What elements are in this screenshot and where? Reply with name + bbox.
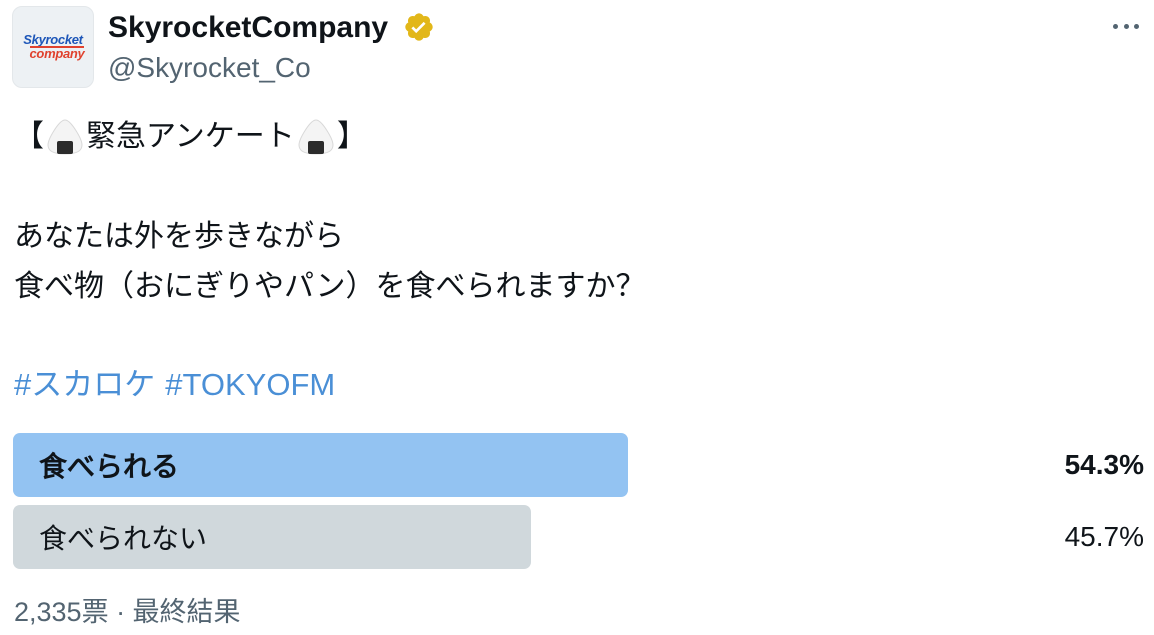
poll-footer: 2,335票 · 最終結果	[14, 597, 241, 627]
close-bracket: 】	[336, 119, 367, 154]
open-bracket: 【	[14, 119, 44, 154]
poll-option-percent: 45.7%	[1064, 521, 1144, 552]
poll-option-percent: 54.3%	[1064, 449, 1144, 480]
onigiri-icon	[47, 119, 83, 155]
author-handle[interactable]: @Skyrocket_Co	[108, 51, 311, 85]
tweet-line: 食べ物（おにぎりやパン）を食べられますか？	[14, 269, 646, 304]
poll-option: 食べられない 45.7%	[13, 505, 1144, 569]
avatar[interactable]: Skyrocket company	[12, 6, 94, 88]
poll-option: 食べられる 54.3%	[13, 433, 1144, 497]
hashtag-link[interactable]: #TOKYOFM	[165, 367, 335, 402]
avatar-logo-text: Skyrocket	[23, 32, 83, 47]
more-options-button[interactable]	[1108, 12, 1144, 40]
author-display-name[interactable]: SkyrocketCompany	[108, 11, 388, 45]
tweet-title: 緊急アンケート	[86, 119, 295, 154]
hashtags: #スカロケ #TOKYOFM	[14, 362, 345, 408]
onigiri-icon	[298, 119, 334, 155]
tweet-text: 【 緊急アンケート 】 あなたは外を歩きながら 食べ物（おにぎりやパン）を食べら…	[14, 112, 1134, 312]
hashtag-link[interactable]: #スカロケ	[14, 367, 155, 402]
tweet: Skyrocket company SkyrocketCompany @Skyr…	[0, 0, 1154, 635]
avatar-logo-subtext: company	[29, 46, 85, 61]
more-dot	[1123, 23, 1129, 29]
more-dot	[1134, 23, 1139, 29]
tweet-title-line: 【 緊急アンケート 】	[14, 112, 1134, 162]
verified-badge-icon	[405, 13, 433, 41]
poll-option-label: 食べられる	[39, 450, 180, 483]
tweet-line: あなたは外を歩きながら	[14, 219, 344, 254]
poll-option-label: 食べられない	[39, 522, 208, 555]
more-dot	[1113, 23, 1118, 29]
